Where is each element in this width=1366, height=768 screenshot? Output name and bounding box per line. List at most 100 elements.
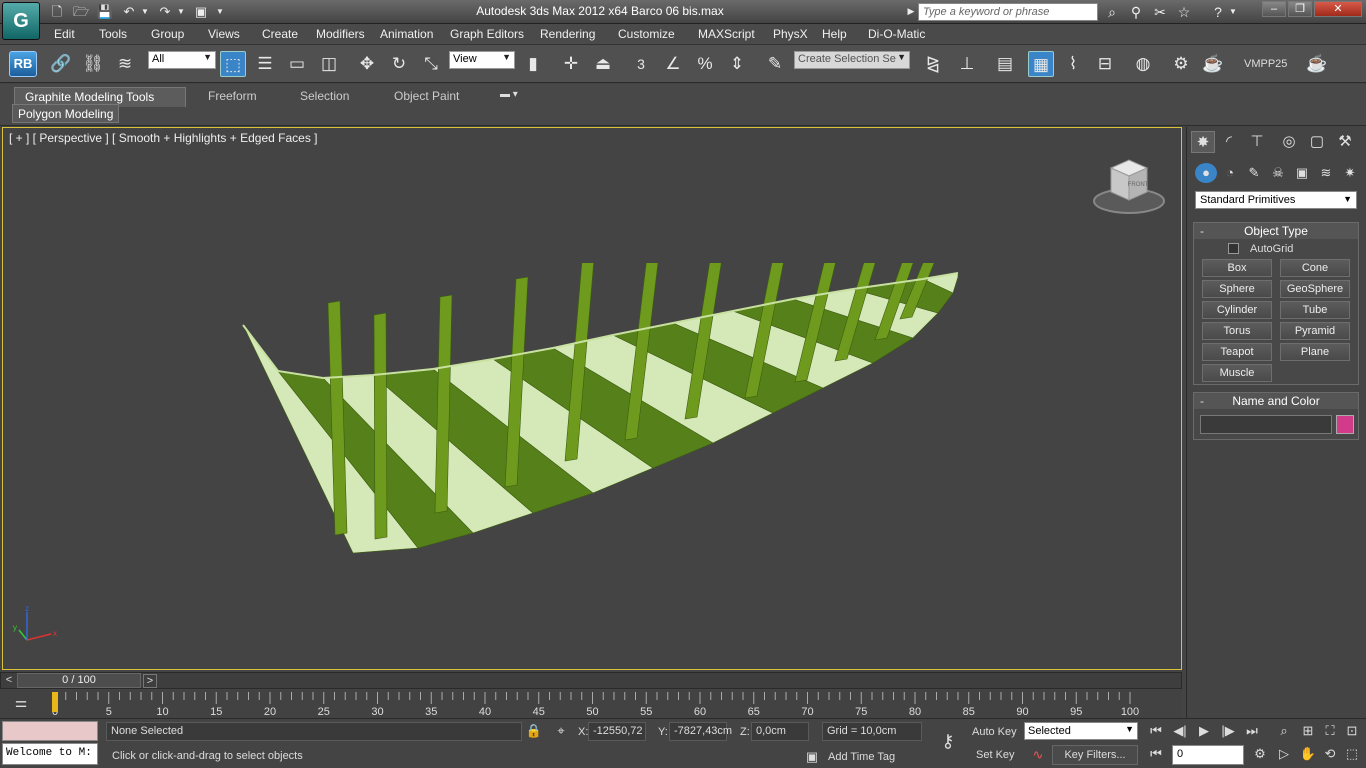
menu-physx[interactable]: PhysX — [773, 27, 808, 41]
material-editor-icon[interactable]: ◍ — [1130, 51, 1156, 77]
graphite-toggle-icon[interactable]: ▦ — [1028, 51, 1054, 77]
motion-tab-icon[interactable]: ◎ — [1277, 131, 1301, 153]
keyboard-shortcut-override-icon[interactable]: ⏏ — [590, 51, 616, 77]
auto-key-button[interactable]: Auto Key — [972, 726, 1017, 738]
torus-button[interactable]: Torus — [1202, 322, 1272, 340]
cylinder-button[interactable]: Cylinder — [1202, 301, 1272, 319]
search-expand-icon[interactable]: ▶ — [906, 3, 916, 20]
project-folder-icon[interactable]: ▣ — [192, 3, 210, 20]
angle-snap-icon[interactable]: ∠ — [660, 51, 686, 77]
utilities-tab-icon[interactable]: ⚒ — [1333, 131, 1357, 153]
y-coordinate-field[interactable]: -7827,43cm — [669, 722, 732, 741]
help-dropdown-icon[interactable]: ▼ — [1228, 3, 1238, 21]
vmpp25-label[interactable]: VMPP25 — [1244, 58, 1287, 70]
zoom-icon[interactable]: ⌕ — [1272, 721, 1296, 741]
tab-freeform[interactable]: Freeform — [198, 87, 267, 107]
menu-customize[interactable]: Customize — [618, 27, 675, 41]
object-color-swatch[interactable] — [1336, 415, 1354, 434]
communication-center-icon[interactable]: ✂ — [1150, 3, 1170, 21]
zoom-extents-all-icon[interactable]: ⊡ — [1340, 721, 1364, 741]
key-mode-toggle-icon[interactable]: ⏮ — [1144, 744, 1168, 764]
time-tag-icon[interactable]: ▣ — [800, 747, 824, 767]
set-key-key-icon[interactable]: ⚷ — [932, 731, 964, 751]
menu-edit[interactable]: Edit — [54, 27, 75, 41]
polygon-modeling-panel[interactable]: Polygon Modeling — [12, 104, 120, 123]
field-of-view-icon[interactable]: ▷ — [1272, 744, 1296, 764]
previous-frame-icon[interactable]: ◀| — [1168, 721, 1192, 741]
ribbon-options-icon[interactable]: ▬ ▾ — [500, 89, 526, 103]
menu-group[interactable]: Group — [151, 27, 184, 41]
favorites-star-icon[interactable]: ☆ — [1174, 3, 1194, 21]
sphere-button[interactable]: Sphere — [1202, 280, 1272, 298]
rb-button[interactable]: RB — [9, 51, 37, 77]
muscle-button[interactable]: Muscle — [1202, 364, 1272, 382]
orbit-icon[interactable]: ⟲ — [1318, 744, 1342, 764]
teapot-button[interactable]: Teapot — [1202, 343, 1272, 361]
percent-snap-icon[interactable]: % — [692, 51, 718, 77]
pivot-center-icon[interactable]: ▮ — [520, 51, 546, 77]
snaps-toggle-icon[interactable]: 3 — [628, 51, 654, 77]
application-menu-button[interactable]: G — [2, 2, 40, 40]
selection-lock-icon[interactable]: 🔒 — [522, 721, 546, 741]
zoom-extents-icon[interactable]: ⛶ — [1318, 721, 1342, 741]
helpers-category-icon[interactable]: ▣ — [1291, 163, 1313, 183]
plane-button[interactable]: Plane — [1280, 343, 1350, 361]
render-setup-icon[interactable]: ⚙ — [1168, 51, 1194, 77]
schematic-view-icon[interactable]: ⊟ — [1092, 51, 1118, 77]
subscription-center-icon[interactable]: ⚲ — [1126, 3, 1146, 21]
frame-ruler[interactable]: 0510152025303540455055606570758085909510… — [50, 690, 1140, 718]
add-time-tag-button[interactable]: Add Time Tag — [828, 751, 895, 763]
current-frame-marker[interactable] — [52, 692, 58, 712]
collapse-icon[interactable]: - — [1200, 393, 1204, 409]
shapes-category-icon[interactable]: ◔ — [1219, 163, 1241, 183]
current-frame-field[interactable]: 0 — [1172, 745, 1244, 765]
restore-button[interactable]: ❐ — [1288, 1, 1312, 17]
boat-hull-model[interactable] — [233, 263, 973, 563]
x-coordinate-field[interactable]: -12550,72 — [588, 722, 646, 741]
pyramid-button[interactable]: Pyramid — [1280, 322, 1350, 340]
spinner-snap-icon[interactable]: ⇕ — [724, 51, 750, 77]
menu-create[interactable]: Create — [262, 27, 298, 41]
lights-category-icon[interactable]: ✎ — [1243, 163, 1265, 183]
mini-curve-editor-icon[interactable]: ⚌ — [10, 694, 32, 712]
play-icon[interactable]: ▶ — [1192, 721, 1216, 741]
select-and-move-icon[interactable]: ✥ — [354, 51, 380, 77]
track-bar[interactable]: ⚌ 05101520253035404550556065707580859095… — [0, 690, 1182, 718]
undo-dropdown-icon[interactable]: ▼ — [140, 3, 150, 20]
key-filters-button[interactable]: Key Filters... — [1052, 745, 1138, 765]
selection-filter-dropdown[interactable]: All ▼ — [148, 51, 216, 69]
cameras-category-icon[interactable]: ☠ — [1267, 163, 1289, 183]
set-key-button[interactable]: Set Key — [976, 749, 1015, 761]
new-file-icon[interactable]: 🗋 — [48, 3, 66, 20]
time-slider-thumb[interactable]: 0 / 100 — [17, 673, 141, 688]
tube-button[interactable]: Tube — [1280, 301, 1350, 319]
quick-access-dropdown-icon[interactable]: ▼ — [214, 3, 226, 20]
systems-category-icon[interactable]: ✷ — [1339, 163, 1361, 183]
help-icon[interactable]: ? — [1208, 3, 1228, 21]
tab-object-paint[interactable]: Object Paint — [384, 87, 469, 107]
bind-to-space-warp-icon[interactable]: ≋ — [112, 51, 138, 77]
perspective-viewport[interactable]: [ + ] [ Perspective ] [ Smooth + Highlig… — [2, 127, 1182, 670]
collapse-icon[interactable]: - — [1200, 223, 1204, 239]
open-file-icon[interactable]: 🗁 — [72, 3, 90, 20]
create-tab-icon[interactable]: ✸ — [1191, 131, 1215, 153]
display-tab-icon[interactable]: ▢ — [1305, 131, 1329, 153]
select-and-rotate-icon[interactable]: ↻ — [386, 51, 412, 77]
undo-icon[interactable]: ↶ — [120, 3, 138, 20]
geometry-category-icon[interactable]: ● — [1195, 163, 1217, 183]
rectangular-selection-icon[interactable]: ▭ — [284, 51, 310, 77]
viewcube[interactable]: FRONT — [1091, 156, 1167, 216]
menu-maxscript[interactable]: MAXScript — [698, 27, 755, 41]
search-input[interactable]: Type a keyword or phrase — [918, 3, 1098, 21]
pan-view-icon[interactable]: ✋ — [1296, 744, 1320, 764]
time-slider-next-button[interactable]: > — [143, 674, 157, 688]
binoculars-icon[interactable]: ⌕ — [1102, 3, 1122, 21]
redo-icon[interactable]: ↷ — [156, 3, 174, 20]
edit-named-selection-icon[interactable]: ✎ — [762, 51, 788, 77]
save-file-icon[interactable]: 💾 — [96, 3, 114, 20]
next-frame-icon[interactable]: |▶ — [1216, 721, 1240, 741]
maxscript-mini-listener[interactable]: Welcome to M: — [2, 743, 98, 765]
zoom-all-icon[interactable]: ⊞ — [1296, 721, 1320, 741]
primitive-type-dropdown[interactable]: Standard Primitives ▼ — [1195, 191, 1357, 209]
maxscript-listener-box[interactable] — [2, 721, 98, 741]
